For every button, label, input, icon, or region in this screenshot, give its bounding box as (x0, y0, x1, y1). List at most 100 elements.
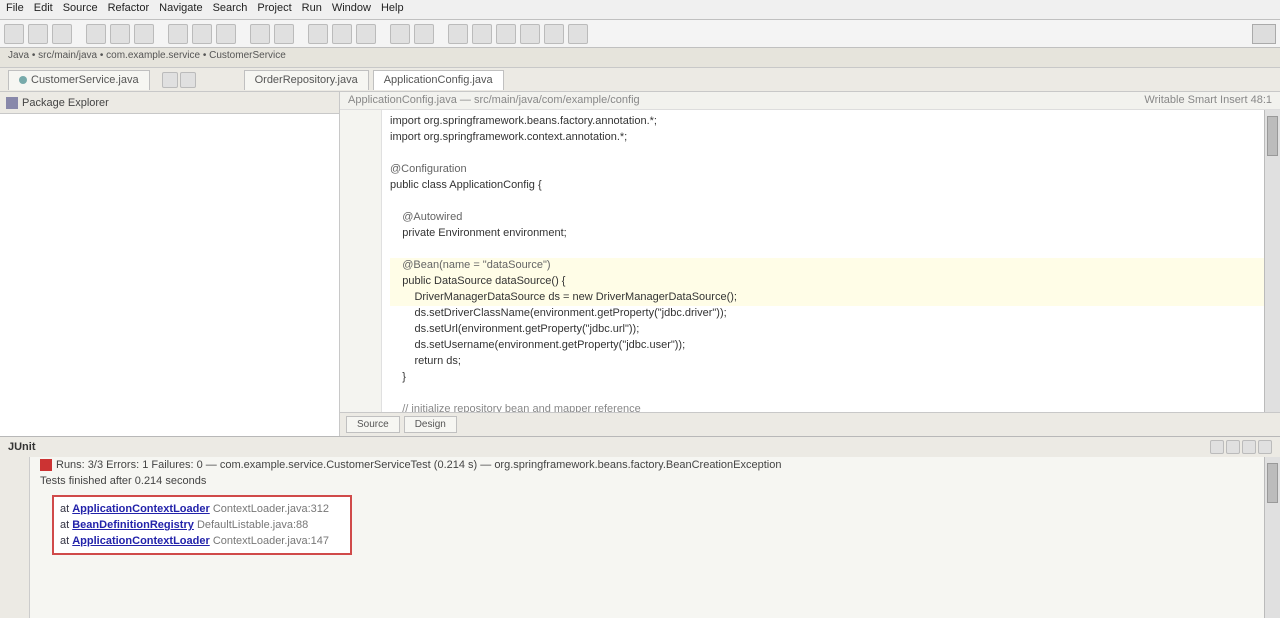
editor-tab-label: ApplicationConfig.java (384, 74, 493, 86)
package-explorer-body[interactable] (0, 114, 339, 436)
menu-source[interactable]: Source (63, 2, 98, 17)
trace-location: DefaultListable.java:88 (197, 519, 308, 531)
run-last-icon[interactable] (134, 24, 154, 44)
trace-line[interactable]: at BeanDefinitionRegistry DefaultListabl… (60, 517, 344, 533)
code-line[interactable]: import org.springframework.context.annot… (390, 130, 1280, 146)
menu-run[interactable]: Run (302, 2, 322, 17)
redo-icon[interactable] (414, 24, 434, 44)
editor-status: Writable Smart Insert 48:1 (1144, 94, 1272, 107)
history-icon[interactable] (1242, 440, 1256, 454)
scrollbar-thumb[interactable] (1267, 116, 1278, 156)
code-line[interactable]: ds.setUsername(environment.getProperty("… (390, 338, 1280, 354)
trace-line[interactable]: at ApplicationContextLoader ContextLoade… (60, 533, 344, 549)
test-status-row: Tests finished after 0.214 seconds (0, 473, 1280, 489)
outline-icon[interactable] (544, 24, 564, 44)
editor-tab[interactable]: CustomerService.java (8, 70, 150, 90)
design-tab[interactable]: Design (404, 416, 457, 433)
menu-navigate[interactable]: Navigate (159, 2, 202, 17)
code-line[interactable]: return ds; (390, 354, 1280, 370)
bottom-scrollbar[interactable] (1264, 457, 1280, 618)
code-line[interactable]: @Configuration (390, 162, 1280, 178)
code-line[interactable] (390, 146, 1280, 162)
menu-help[interactable]: Help (381, 2, 404, 17)
tab-minimize-icon[interactable] (162, 72, 178, 88)
paste-icon[interactable] (356, 24, 376, 44)
trace-method[interactable]: BeanDefinitionRegistry (72, 519, 194, 531)
code-line[interactable]: // initialize repository bean and mapper… (390, 402, 1280, 412)
code-line[interactable]: public class ApplicationConfig { (390, 178, 1280, 194)
view-title: JUnit (8, 441, 36, 453)
code-line[interactable] (390, 242, 1280, 258)
editor-tab-label: CustomerService.java (31, 74, 139, 86)
failure-trace[interactable]: at ApplicationContextLoader ContextLoade… (52, 495, 352, 555)
trace-method[interactable]: ApplicationContextLoader (72, 535, 210, 547)
menu-bar: File Edit Source Refactor Navigate Searc… (0, 0, 1280, 20)
editor-path: ApplicationConfig.java — src/main/java/c… (348, 94, 640, 107)
editor-header: ApplicationConfig.java — src/main/java/c… (340, 92, 1280, 110)
code-line[interactable] (390, 386, 1280, 402)
breadcrumb[interactable]: Java • src/main/java • com.example.servi… (0, 48, 1280, 68)
editor-scrollbar[interactable] (1264, 110, 1280, 412)
editor-tab-active[interactable]: ApplicationConfig.java (373, 70, 504, 90)
run-icon[interactable] (110, 24, 130, 44)
code-line[interactable]: @Autowired (390, 210, 1280, 226)
code-line[interactable]: import org.springframework.beans.factory… (390, 114, 1280, 130)
toggle-breakpoint-icon[interactable] (216, 24, 236, 44)
editor-tabbar: CustomerService.java OrderRepository.jav… (0, 68, 1280, 92)
line-gutter[interactable] (340, 110, 382, 412)
new-icon[interactable] (4, 24, 24, 44)
rerun-icon[interactable] (1210, 440, 1224, 454)
package-icon (6, 97, 18, 109)
minimize-icon[interactable] (1258, 440, 1272, 454)
menu-window[interactable]: Window (332, 2, 371, 17)
code-line[interactable]: } (390, 370, 1280, 386)
perspective-switcher[interactable] (1252, 24, 1276, 44)
source-tab[interactable]: Source (346, 416, 400, 433)
tab-maximize-icon[interactable] (180, 72, 196, 88)
main-toolbar (0, 20, 1280, 48)
back-icon[interactable] (250, 24, 270, 44)
trace-location: ContextLoader.java:147 (213, 535, 329, 547)
menu-edit[interactable]: Edit (34, 2, 53, 17)
left-panel: Package Explorer (0, 92, 340, 436)
code-line[interactable]: DriverManagerDataSource ds = new DriverM… (390, 290, 1280, 306)
forward-icon[interactable] (274, 24, 294, 44)
code-line[interactable] (390, 194, 1280, 210)
code-line[interactable]: private Environment environment; (390, 226, 1280, 242)
build-icon[interactable] (448, 24, 468, 44)
stop-icon[interactable] (1226, 440, 1240, 454)
undo-icon[interactable] (390, 24, 410, 44)
debug-icon[interactable] (86, 24, 106, 44)
editor-tab[interactable]: OrderRepository.java (244, 70, 369, 90)
toggle-comment-icon[interactable] (520, 24, 540, 44)
menu-search[interactable]: Search (213, 2, 248, 17)
error-icon (40, 459, 52, 471)
search-icon[interactable] (192, 24, 212, 44)
organize-imports-icon[interactable] (496, 24, 516, 44)
trace-method[interactable]: ApplicationContextLoader (72, 503, 210, 515)
package-explorer-tab[interactable]: Package Explorer (0, 92, 339, 114)
code-line[interactable]: ds.setDriverClassName(environment.getPro… (390, 306, 1280, 322)
code-line[interactable]: ds.setUrl(environment.getProperty("jdbc.… (390, 322, 1280, 338)
code-editor[interactable]: import org.springframework.beans.factory… (340, 110, 1280, 412)
result-gutter (0, 457, 30, 618)
junit-view-tab[interactable]: JUnit (0, 437, 1280, 457)
save-all-icon[interactable] (52, 24, 72, 44)
test-summary-row[interactable]: Runs: 3/3 Errors: 1 Failures: 0 — com.ex… (0, 457, 1280, 473)
trace-line[interactable]: at ApplicationContextLoader ContextLoade… (60, 501, 344, 517)
open-type-icon[interactable] (168, 24, 188, 44)
save-icon[interactable] (28, 24, 48, 44)
menu-refactor[interactable]: Refactor (108, 2, 150, 17)
menu-project[interactable]: Project (257, 2, 291, 17)
copy-icon[interactable] (332, 24, 352, 44)
scrollbar-thumb[interactable] (1267, 463, 1278, 503)
code-line[interactable]: @Bean(name = "dataSource") (390, 258, 1280, 274)
format-icon[interactable] (472, 24, 492, 44)
code-line[interactable]: public DataSource dataSource() { (390, 274, 1280, 290)
menu-file[interactable]: File (6, 2, 24, 17)
cut-icon[interactable] (308, 24, 328, 44)
editor-footer-tabs: Source Design (340, 412, 1280, 436)
pin-icon[interactable] (568, 24, 588, 44)
editor-area: ApplicationConfig.java — src/main/java/c… (340, 92, 1280, 436)
view-title: Package Explorer (22, 97, 109, 109)
